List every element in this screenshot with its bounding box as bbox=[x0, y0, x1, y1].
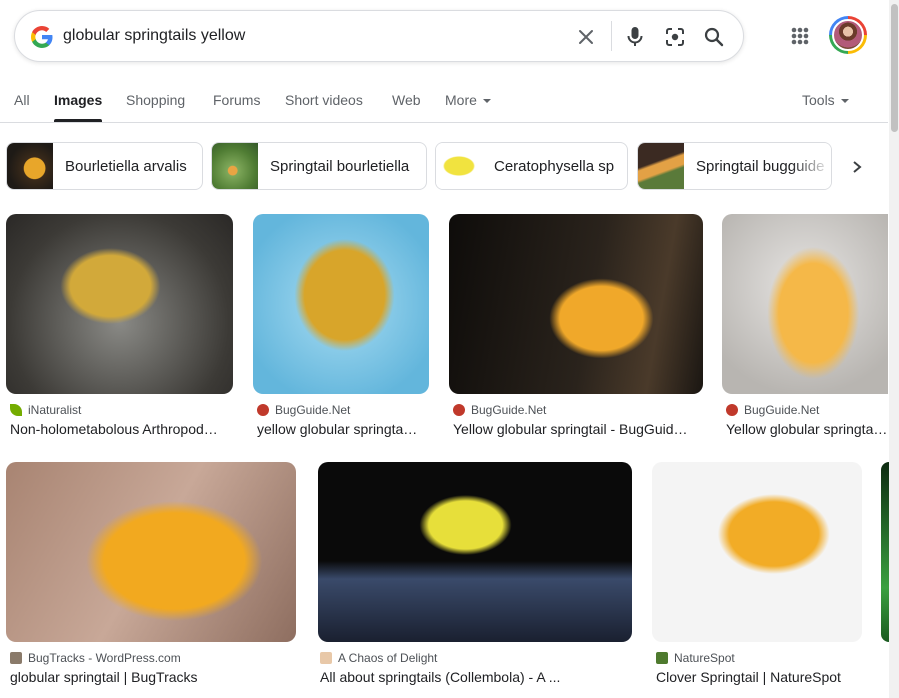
tab-more[interactable]: More bbox=[445, 92, 491, 108]
related-chip[interactable]: Springtail bourletiella bbox=[211, 142, 427, 190]
related-chip[interactable]: Ceratophysella sp bbox=[435, 142, 628, 190]
result-caption[interactable]: Yellow globular springta… bbox=[726, 421, 888, 437]
tab-images[interactable]: Images bbox=[54, 92, 102, 108]
chip-thumbnail bbox=[436, 143, 482, 189]
avatar-image bbox=[832, 19, 864, 51]
chip-thumbnail bbox=[7, 143, 53, 189]
chaos-of-delight-icon bbox=[320, 652, 332, 664]
tab-web[interactable]: Web bbox=[392, 92, 421, 108]
chip-fade bbox=[791, 143, 831, 189]
search-bar[interactable]: globular springtails yellow bbox=[14, 10, 744, 62]
search-icon[interactable] bbox=[701, 24, 727, 50]
chip-thumbnail bbox=[212, 143, 258, 189]
source-name: BugTracks - WordPress.com bbox=[28, 651, 181, 665]
result-caption[interactable]: Yellow globular springtail - BugGuid… bbox=[453, 421, 703, 437]
result-image bbox=[6, 462, 296, 642]
active-tab-indicator bbox=[54, 119, 102, 122]
tab-short-videos[interactable]: Short videos bbox=[285, 92, 363, 108]
chevron-down-icon bbox=[482, 99, 491, 104]
result-image bbox=[6, 214, 233, 394]
result-image bbox=[881, 462, 889, 642]
search-tabs: All Images Shopping Forums Short videos … bbox=[0, 88, 888, 123]
result-image bbox=[318, 462, 632, 642]
result-image bbox=[722, 214, 888, 394]
naturespot-icon bbox=[656, 652, 668, 664]
ladybug-icon bbox=[453, 404, 465, 416]
chip-thumbnail bbox=[638, 143, 684, 189]
result-caption[interactable]: yellow globular springta… bbox=[257, 421, 429, 437]
result-source: BugGuide.Net bbox=[726, 403, 819, 417]
bugtracks-icon bbox=[10, 652, 22, 664]
related-chip[interactable]: Bourletiella arvalis bbox=[6, 142, 203, 190]
result-source: NatureSpot bbox=[656, 651, 735, 665]
microphone-icon[interactable] bbox=[622, 24, 648, 50]
tab-forums[interactable]: Forums bbox=[213, 92, 260, 108]
ladybug-icon bbox=[257, 404, 269, 416]
chip-label: Ceratophysella sp bbox=[494, 158, 615, 175]
ladybug-icon bbox=[726, 404, 738, 416]
related-chip[interactable]: Springtail bugguide bbox=[637, 142, 832, 190]
result-caption[interactable]: globular springtail | BugTracks bbox=[10, 669, 296, 685]
google-logo-icon bbox=[31, 26, 53, 48]
chip-label: Bourletiella arvalis bbox=[65, 158, 187, 175]
chevron-down-icon bbox=[840, 99, 849, 104]
apps-grid-icon[interactable] bbox=[786, 22, 814, 50]
source-name: BugGuide.Net bbox=[471, 403, 547, 417]
result-image bbox=[449, 214, 703, 394]
result-source: BugGuide.Net bbox=[257, 403, 350, 417]
account-avatar[interactable] bbox=[829, 16, 867, 54]
result-source: BugTracks - WordPress.com bbox=[10, 651, 181, 665]
source-name: iNaturalist bbox=[28, 403, 82, 417]
result-source: iNaturalist bbox=[10, 403, 81, 417]
lens-camera-icon[interactable] bbox=[662, 24, 688, 50]
chip-label: Springtail bourletiella bbox=[270, 158, 410, 175]
tools-label: Tools bbox=[802, 92, 835, 108]
search-divider bbox=[611, 21, 612, 51]
clear-icon[interactable] bbox=[573, 24, 599, 50]
search-input[interactable]: globular springtails yellow bbox=[63, 27, 245, 45]
result-caption[interactable]: Clover Springtail | NatureSpot bbox=[656, 669, 862, 685]
result-image bbox=[652, 462, 862, 642]
result-caption[interactable]: Non-holometabolous Arthropod… bbox=[10, 421, 233, 437]
source-name: BugGuide.Net bbox=[275, 403, 351, 417]
source-name: BugGuide.Net bbox=[744, 403, 820, 417]
inaturalist-leaf-icon bbox=[10, 404, 22, 416]
tab-shopping[interactable]: Shopping bbox=[126, 92, 185, 108]
chevron-right-icon[interactable] bbox=[842, 152, 872, 182]
tab-all[interactable]: All bbox=[14, 92, 30, 108]
tools-button[interactable]: Tools bbox=[802, 92, 849, 108]
result-image bbox=[253, 214, 429, 394]
source-name: A Chaos of Delight bbox=[338, 651, 438, 665]
tab-more-label: More bbox=[445, 92, 477, 108]
result-source: A Chaos of Delight bbox=[320, 651, 437, 665]
result-source: BugGuide.Net bbox=[453, 403, 546, 417]
scrollbar-thumb[interactable] bbox=[891, 4, 898, 132]
source-name: NatureSpot bbox=[674, 651, 735, 665]
result-caption[interactable]: All about springtails (Collembola) - A .… bbox=[320, 669, 632, 685]
